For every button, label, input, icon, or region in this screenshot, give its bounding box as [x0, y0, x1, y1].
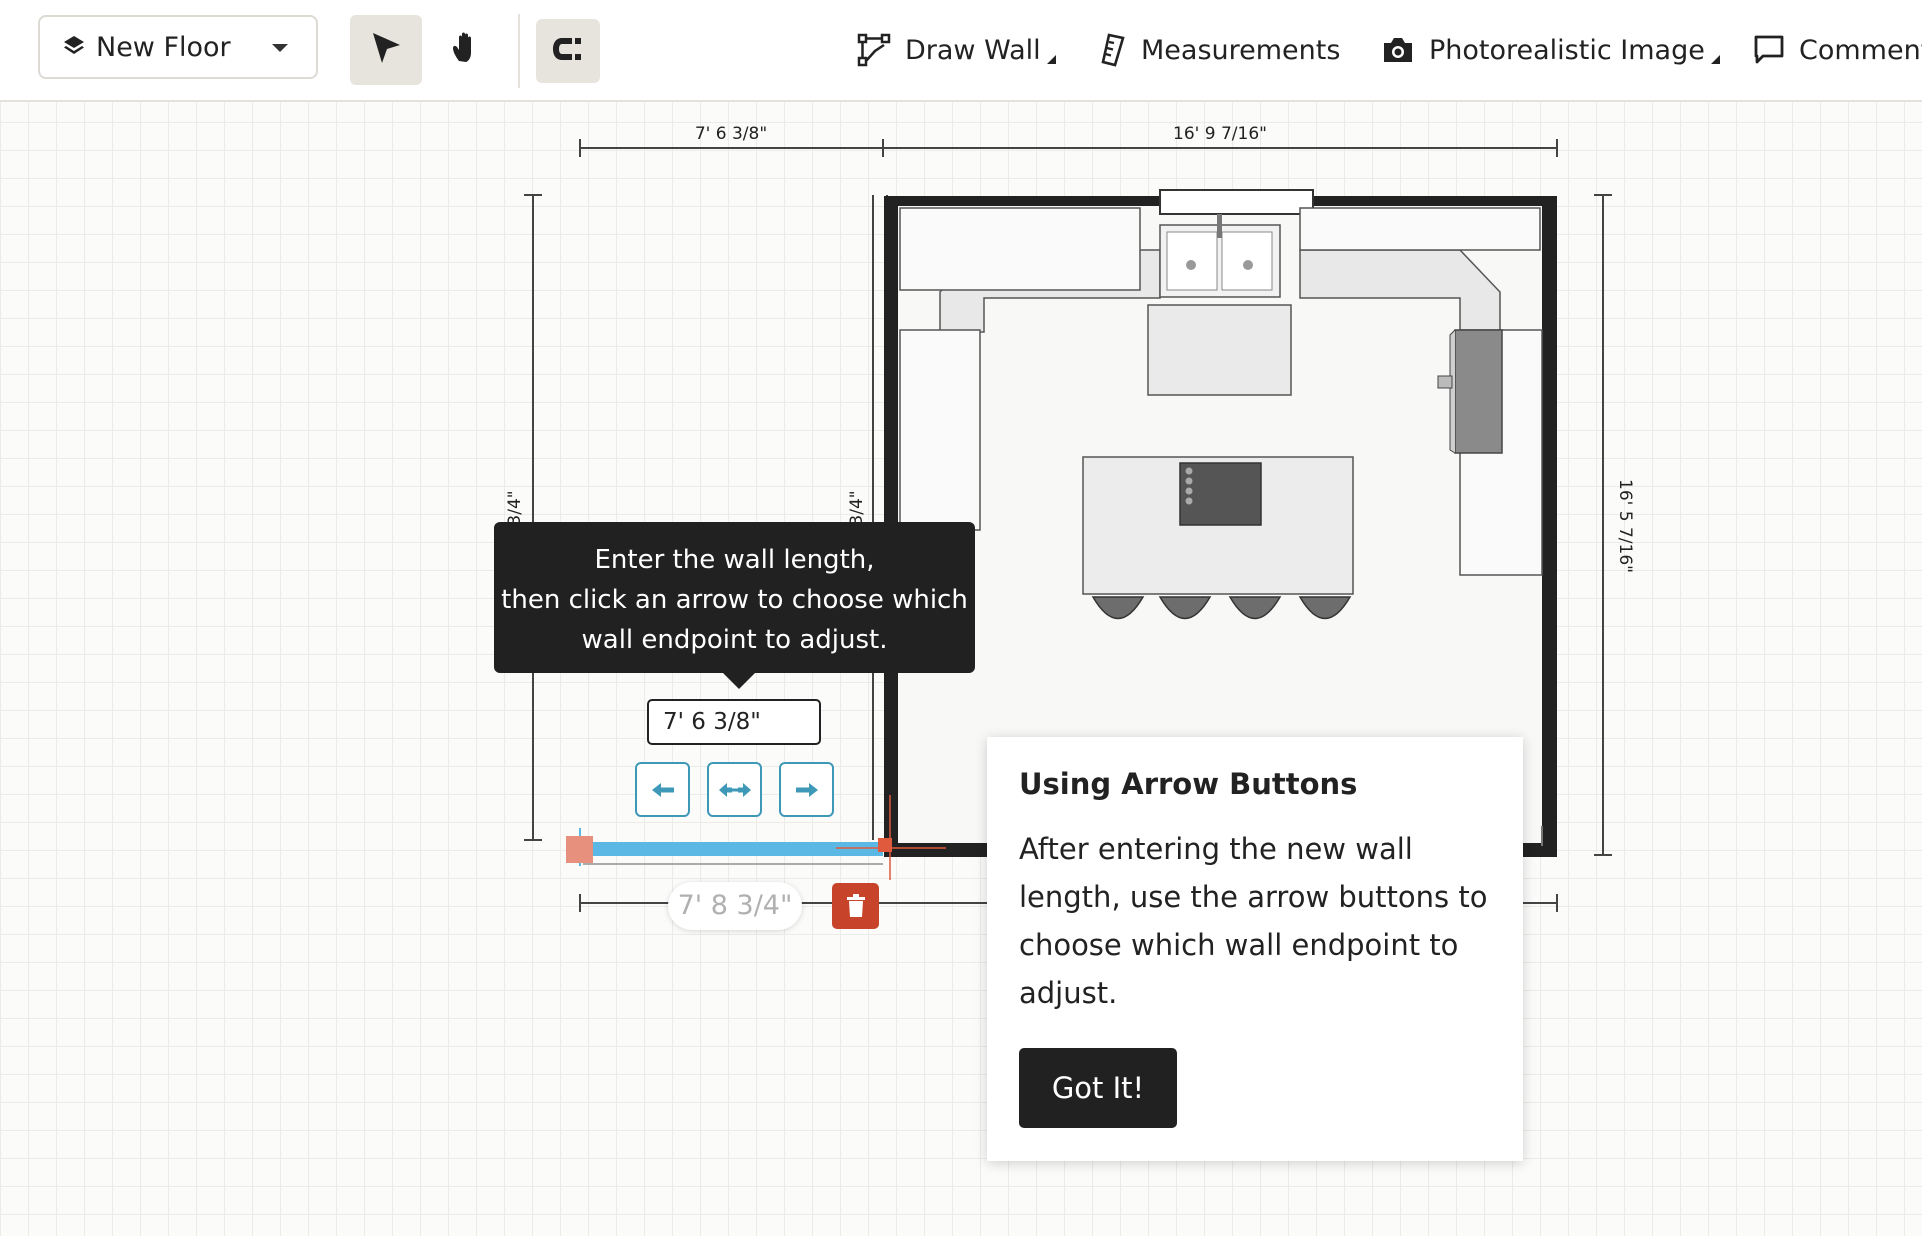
toolbar-divider	[518, 14, 520, 88]
arrow-left-right-icon	[718, 782, 751, 797]
wall-endpoint-left-handle[interactable]	[566, 836, 593, 863]
kitchen-island[interactable]	[1082, 456, 1354, 595]
arrow-left-icon	[651, 782, 674, 797]
cursor-arrow-icon	[369, 30, 403, 70]
tooltip-line-3: wall endpoint to adjust.	[581, 625, 888, 655]
got-it-button[interactable]: Got It!	[1019, 1048, 1177, 1128]
draw-wall-icon	[857, 33, 891, 67]
tooltip-line-1: Enter the wall length,	[594, 545, 875, 575]
wall-length-input[interactable]: 7' 6 3/8"	[647, 699, 821, 745]
layers-icon	[62, 34, 86, 60]
arrow-right-icon	[795, 782, 818, 797]
submenu-corner-icon	[1046, 54, 1056, 64]
submenu-corner-icon	[1710, 54, 1720, 64]
measurements-menu[interactable]: Measurements	[1099, 20, 1340, 80]
camera-icon	[1384, 38, 1412, 62]
chevron-down-icon	[272, 44, 288, 52]
adjust-both-endpoints-button[interactable]	[707, 762, 762, 817]
right-dimension-line	[1594, 194, 1612, 856]
comments-label: Comments	[1799, 34, 1922, 66]
pan-tool-button[interactable]	[430, 15, 502, 85]
wall-endpoint-right-handle[interactable]	[878, 838, 892, 852]
tooltip-line-2: then click an arrow to choose which	[501, 585, 968, 615]
floor-select[interactable]: New Floor	[38, 15, 318, 79]
floor-plan-canvas[interactable]: 7' 6 3/8" 16' 9 7/16" 16' 5 7/16" 3/4" 3…	[0, 102, 1922, 1236]
measurements-label: Measurements	[1141, 34, 1341, 66]
ruler-icon	[1101, 33, 1125, 67]
popover-title: Using Arrow Buttons	[1019, 767, 1358, 801]
top-toolbar: New Floor Draw Wall Measurements Photore…	[0, 0, 1922, 102]
current-wall-length-label: 7' 8 3/4"	[668, 882, 802, 930]
left-dimension-label: 3/4"	[505, 490, 525, 525]
delete-wall-button[interactable]	[832, 883, 879, 929]
select-tool-button[interactable]	[350, 15, 422, 85]
arrow-buttons-help-popover: Using Arrow Buttons After entering the n…	[987, 737, 1523, 1161]
trash-icon	[846, 894, 865, 917]
top-right-dimension-label: 16' 9 7/16"	[1173, 124, 1267, 144]
photorealistic-image-menu[interactable]: Photorealistic Image	[1381, 20, 1720, 80]
comment-icon	[1754, 35, 1784, 64]
floor-select-label: New Floor	[96, 31, 231, 63]
hand-icon	[450, 31, 482, 69]
refrigerator[interactable]	[1147, 304, 1292, 396]
wall-length-tooltip: Enter the wall length, then click an arr…	[494, 522, 975, 689]
sink[interactable]	[1159, 214, 1281, 298]
mid-dimension-label: 3/4"	[847, 490, 867, 525]
comments-menu[interactable]: Comments	[1753, 20, 1922, 80]
popover-body: After entering the new wall length, use …	[1019, 832, 1488, 1010]
photorealistic-image-label: Photorealistic Image	[1429, 34, 1705, 66]
adjust-right-endpoint-button[interactable]	[779, 762, 834, 817]
snap-magnet-button[interactable]	[536, 19, 600, 83]
top-left-dimension-label: 7' 6 3/8"	[695, 124, 767, 144]
draw-wall-menu[interactable]: Draw Wall	[857, 20, 1056, 80]
magnet-icon	[550, 34, 586, 68]
right-dimension-label: 16' 5 7/16"	[1615, 479, 1635, 573]
window[interactable]	[1159, 189, 1314, 215]
draw-wall-label: Draw Wall	[905, 34, 1041, 66]
adjust-left-endpoint-button[interactable]	[635, 762, 690, 817]
